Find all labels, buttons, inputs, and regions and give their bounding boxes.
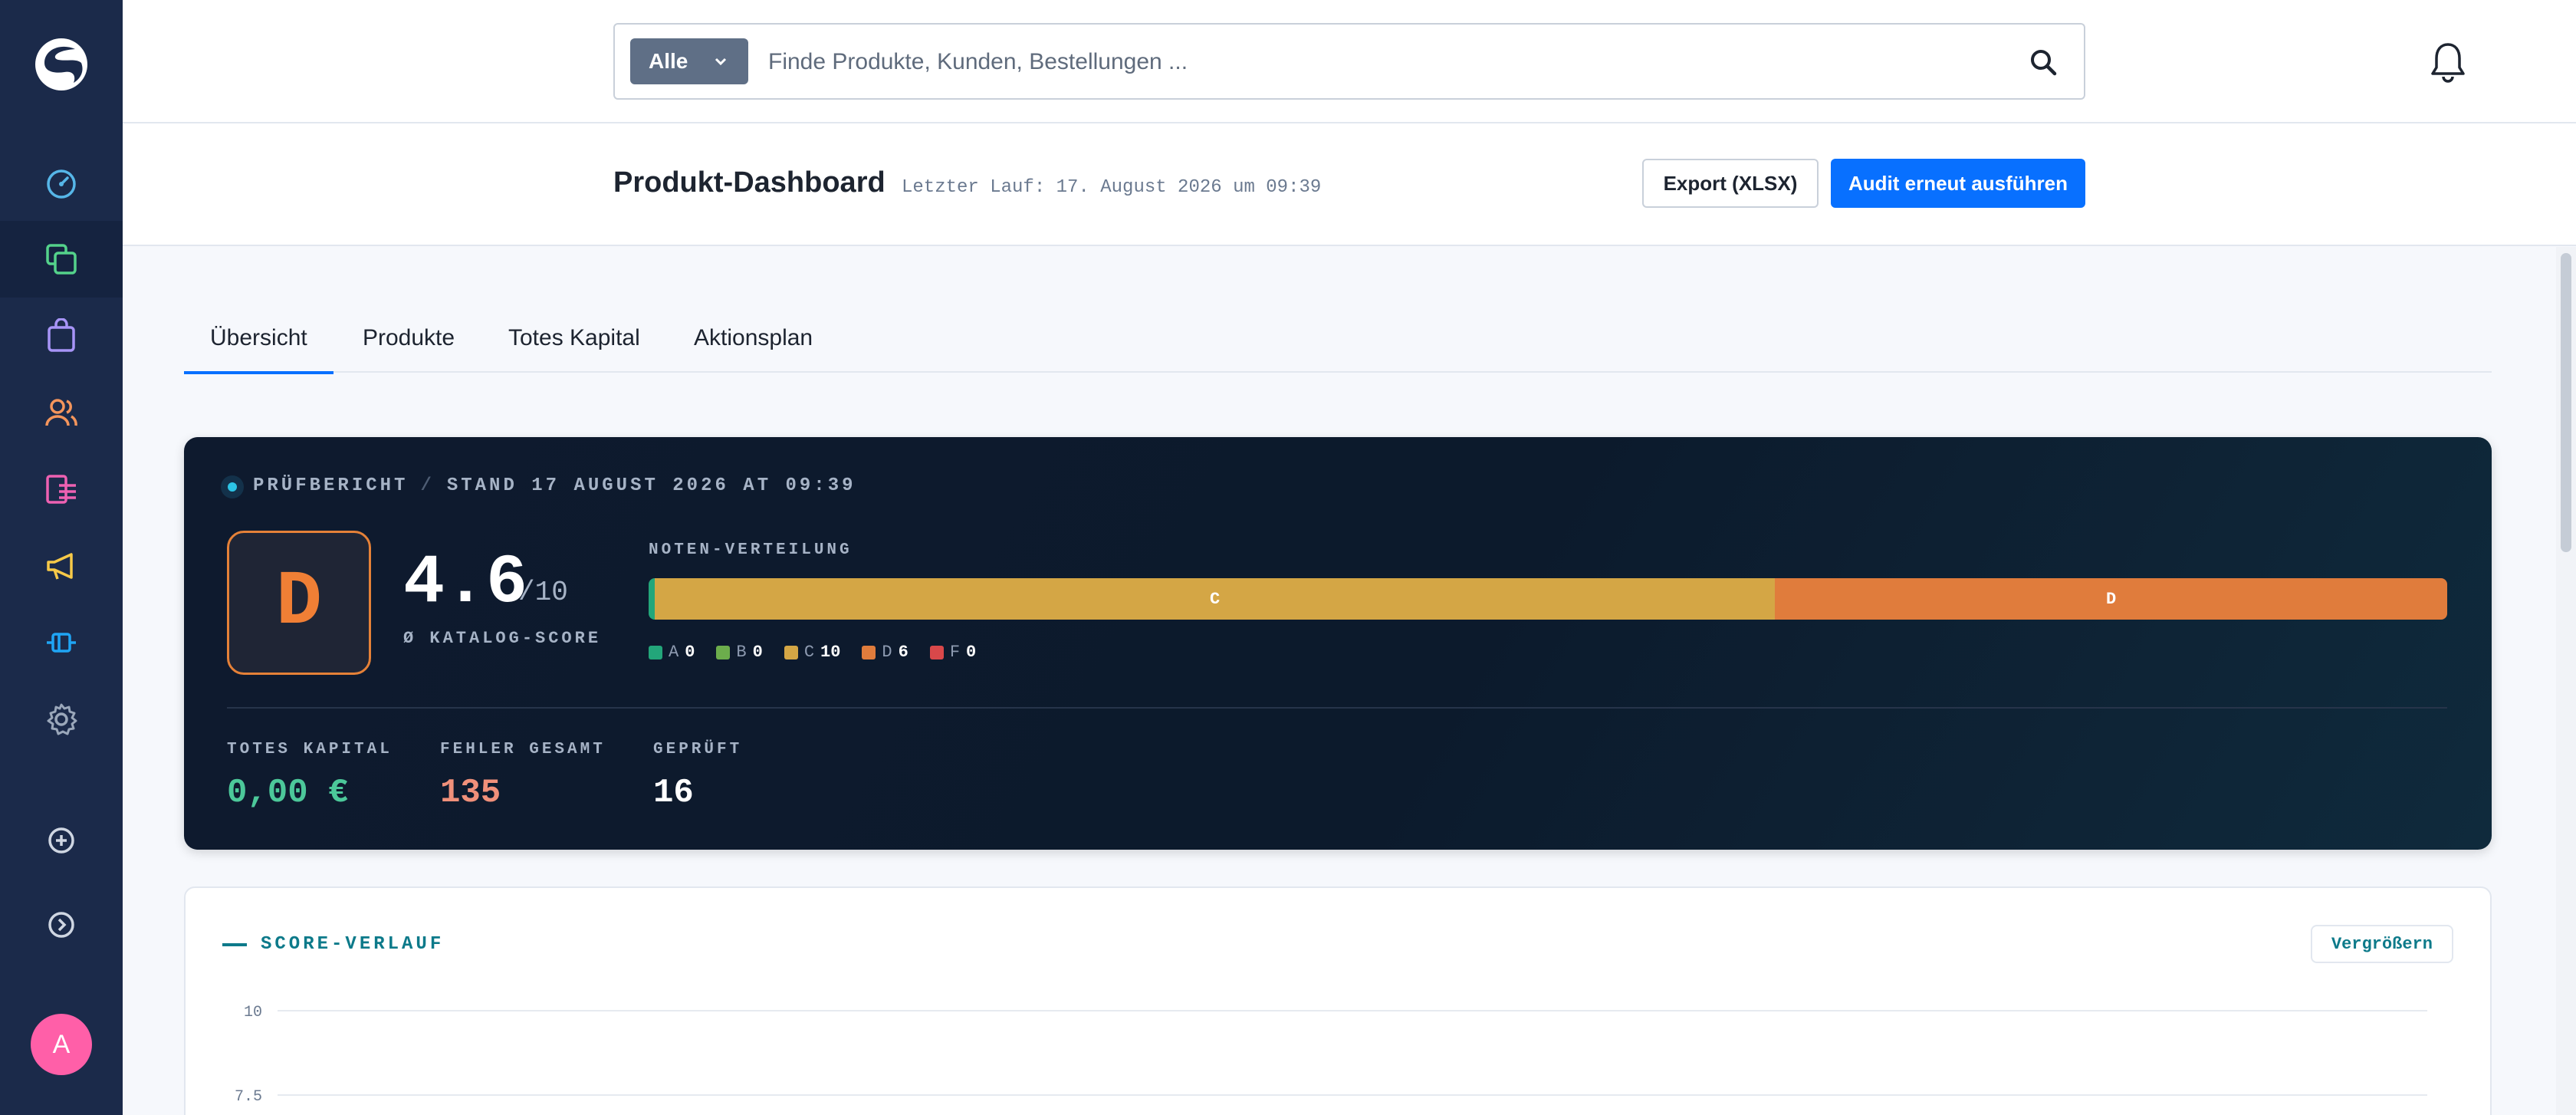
legend-swatch — [716, 645, 731, 659]
search-input[interactable] — [768, 40, 1980, 84]
score-history-chart: 107.5 — [235, 1004, 2427, 1106]
tab-dead-capital[interactable]: Totes Kapital — [508, 325, 640, 371]
export-xlsx-button[interactable]: Export (XLSX) — [1642, 159, 1819, 208]
metric-label: FEHLER GESAMT — [440, 741, 606, 758]
legend-item-d: D6 — [862, 643, 909, 662]
sidebar-item-settings[interactable] — [0, 681, 123, 758]
chart-y-tick-label: 10 — [244, 1004, 262, 1021]
legend-swatch — [784, 645, 798, 659]
settings-icon — [47, 703, 77, 735]
sidebar-expand-button[interactable] — [0, 886, 123, 963]
score-history-card: 10 7.5 SCORE-VERLAUF Vergrößern — [184, 886, 2492, 1115]
legend-swatch — [929, 645, 944, 659]
metric-value: 0,00 € — [227, 774, 349, 812]
metric-checked: GEPRÜFT 16 — [653, 741, 742, 812]
catalog-score-max: /10 — [518, 577, 568, 608]
sidebar-item-customers[interactable] — [0, 374, 123, 451]
legend-item-a: A0 — [649, 643, 695, 662]
content-icon — [46, 475, 76, 504]
legend-swatch — [649, 645, 662, 659]
chevron-right-circle-icon — [48, 912, 74, 938]
tab-products[interactable]: Produkte — [363, 325, 455, 371]
report-divider — [227, 707, 2447, 709]
chevron-down-icon — [715, 58, 727, 66]
legend-item-c: C 10 — [784, 643, 841, 662]
metric-value: 16 — [653, 774, 694, 812]
metric-dead-capital: TOTES KAPITAL 0,00 € — [227, 741, 393, 812]
customers-icon — [45, 399, 77, 426]
legend-grade: D — [882, 643, 892, 662]
metric-total-errors: FEHLER GESAMT 135 — [440, 741, 606, 812]
tab-overview[interactable]: Übersicht — [184, 325, 334, 374]
catalog-grade-badge: D — [227, 531, 371, 675]
grade-distribution-bar: CD — [649, 578, 2447, 620]
sidebar-add-button[interactable] — [0, 802, 123, 879]
page-header: Produkt-Dashboard Letzter Lauf: 17. Augu… — [123, 123, 2576, 246]
legend-grade: F — [949, 643, 961, 662]
orders-icon — [48, 318, 75, 352]
topbar: Alle — [123, 0, 2576, 123]
report-kicker-date: STAND 17 AUGUST 2026 AT 09:39 — [446, 475, 856, 496]
tab-action-plan[interactable]: Aktionsplan — [694, 325, 813, 371]
shopware-logo-icon[interactable] — [31, 37, 92, 92]
tab-bar: Übersicht Produkte Totes Kapital Aktions… — [184, 307, 2492, 374]
sidebar-item-marketing[interactable] — [0, 528, 123, 604]
search-scope-label: Alle — [649, 49, 688, 73]
legend-count: 0 — [966, 643, 977, 662]
legend-grade: A — [669, 643, 679, 662]
legend-count: 0 — [752, 643, 763, 662]
audit-report-card: PRÜFBERICHT / STAND 17 AUGUST 2026 AT 09:3… — [184, 437, 2492, 850]
metric-label: GEPRÜFT — [653, 741, 743, 758]
catalog-score-label: Ø KATALOG-SCORE — [403, 629, 602, 648]
legend-grade: B — [736, 643, 747, 662]
legend-count: 10 — [820, 643, 841, 662]
sidebar-item-catalog[interactable] — [0, 221, 123, 298]
score-history-accent — [222, 943, 247, 946]
page-title: Produkt-Dashboard — [613, 166, 886, 199]
grade-segment-edge — [649, 578, 655, 620]
search-scope-select[interactable]: Alle — [630, 38, 748, 84]
catalog-icon — [46, 244, 77, 275]
report-kicker-label: PRÜFBERICHT — [253, 475, 409, 496]
extensions-icon — [47, 633, 76, 653]
legend-item-f: F0 — [929, 643, 977, 662]
legend-item-b: B0 — [716, 643, 763, 662]
legend-count: 6 — [898, 643, 909, 662]
legend-swatch — [862, 645, 876, 659]
score-history-title: SCORE-VERLAUF — [261, 934, 445, 955]
enlarge-button[interactable]: Vergrößern — [2311, 925, 2453, 963]
sidebar: A — [0, 0, 123, 1115]
search-icon[interactable] — [2029, 48, 2059, 78]
dashboard-icon — [47, 169, 76, 199]
legend-count: 0 — [685, 643, 695, 662]
legend-grade: C — [803, 643, 815, 662]
plus-circle-icon — [48, 827, 74, 854]
page-scrollbar-thumb[interactable] — [2561, 253, 2571, 552]
sidebar-item-dashboard[interactable] — [0, 144, 123, 221]
catalog-score-value: 4.6 — [403, 544, 528, 623]
sidebar-item-orders[interactable] — [0, 298, 123, 374]
grade-distribution-label: NOTEN-VERTEILUNG — [649, 541, 853, 559]
avatar[interactable]: A — [31, 1014, 92, 1075]
last-run-timestamp: Letzter Lauf: 17. August 2026 um 09:39 — [902, 177, 1322, 198]
global-search: Alle — [613, 23, 2085, 100]
metric-label: TOTES KAPITAL — [227, 741, 393, 758]
marketing-icon — [47, 553, 73, 580]
chart-y-tick-label: 7.5 — [235, 1088, 262, 1106]
rerun-audit-button[interactable]: Audit erneut ausführen — [1831, 159, 2085, 208]
sidebar-item-content[interactable] — [0, 451, 123, 528]
grade-distribution-legend: A 0 B 0 C 10 D 6 F 0 — [649, 643, 976, 662]
status-dot-icon — [221, 475, 244, 498]
report-kicker: PRÜFBERICHT / STAND 17 AUGUST 2026 AT 09:3… — [253, 475, 856, 496]
grade-segment-d[interactable]: D — [1775, 578, 2447, 620]
bell-icon[interactable] — [2429, 40, 2467, 83]
sidebar-item-extensions[interactable] — [0, 604, 123, 681]
report-kicker-separator: / — [420, 475, 435, 496]
grade-segment-c[interactable]: C — [655, 578, 1776, 620]
metric-value: 135 — [440, 774, 501, 812]
